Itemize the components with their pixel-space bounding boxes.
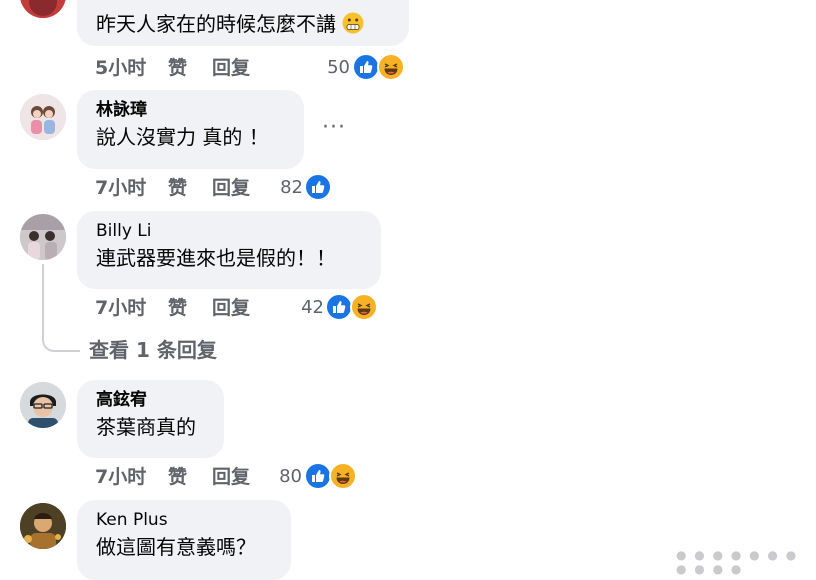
reaction-count[interactable]: 50: [318, 55, 350, 81]
comment-time[interactable]: 7小时: [95, 464, 146, 490]
haha-icon[interactable]: [329, 462, 357, 490]
comment-bubble: Ken Plus 做這圖有意義嗎？: [77, 500, 291, 580]
comment-text: 昨天人家在的時候怎麼不講: [96, 10, 364, 41]
view-replies-link[interactable]: 查看 1 条回复: [89, 336, 217, 364]
avatar[interactable]: [20, 94, 66, 140]
like-button[interactable]: 赞: [168, 175, 187, 201]
reply-button[interactable]: 回复: [212, 175, 250, 201]
like-icon[interactable]: [304, 462, 332, 490]
reaction-count[interactable]: 82: [271, 175, 303, 201]
grimacing-emoji-icon: [342, 12, 364, 41]
comment-time[interactable]: 7小时: [95, 175, 146, 201]
like-button[interactable]: 赞: [168, 464, 187, 490]
like-icon[interactable]: [304, 173, 332, 201]
haha-icon[interactable]: [350, 293, 378, 321]
avatar[interactable]: [20, 214, 66, 260]
comment-text: 連武器要進來也是假的！！: [96, 246, 336, 270]
reaction-count[interactable]: 42: [292, 295, 324, 321]
avatar[interactable]: [20, 503, 66, 549]
comment-text: 茶葉商真的: [96, 415, 196, 439]
avatar[interactable]: [20, 382, 66, 428]
comment-bubble: 昨天人家在的時候怎麼不講: [77, 0, 409, 46]
comment-text: 做這圖有意義嗎？: [96, 535, 256, 559]
more-options-icon[interactable]: ···: [322, 117, 346, 139]
comment-author[interactable]: 高鉉宥: [96, 389, 206, 411]
avatar[interactable]: [20, 0, 66, 18]
haha-icon[interactable]: [377, 53, 405, 81]
comment-bubble: Billy Li 連武器要進來也是假的！！: [77, 211, 381, 289]
comment-bubble: 林詠璋 說人沒實力 真的 ！: [77, 90, 304, 169]
reaction-count[interactable]: 80: [270, 464, 302, 490]
comment-author[interactable]: 林詠璋: [96, 99, 286, 121]
reply-button[interactable]: 回复: [212, 295, 250, 321]
comment-time[interactable]: 5小时: [95, 55, 146, 81]
like-icon[interactable]: [325, 293, 353, 321]
comment-author[interactable]: Ken Plus: [96, 509, 273, 531]
thread-connector: [42, 264, 80, 352]
like-icon[interactable]: [352, 53, 380, 81]
comment-bubble: 高鉉宥 茶葉商真的: [77, 380, 224, 458]
reply-button[interactable]: 回复: [212, 55, 250, 81]
scroll-indicator: ● ● ● ● ● ● ● ● ● ● ●: [676, 548, 799, 576]
comment-time[interactable]: 7小时: [95, 295, 146, 321]
like-button[interactable]: 赞: [168, 55, 187, 81]
reply-button[interactable]: 回复: [212, 464, 250, 490]
comment-author[interactable]: Billy Li: [96, 220, 363, 242]
comment-text-content: 昨天人家在的時候怎麼不講: [96, 12, 336, 36]
like-button[interactable]: 赞: [168, 295, 187, 321]
comment-text: 說人沒實力 真的 ！: [96, 125, 269, 149]
